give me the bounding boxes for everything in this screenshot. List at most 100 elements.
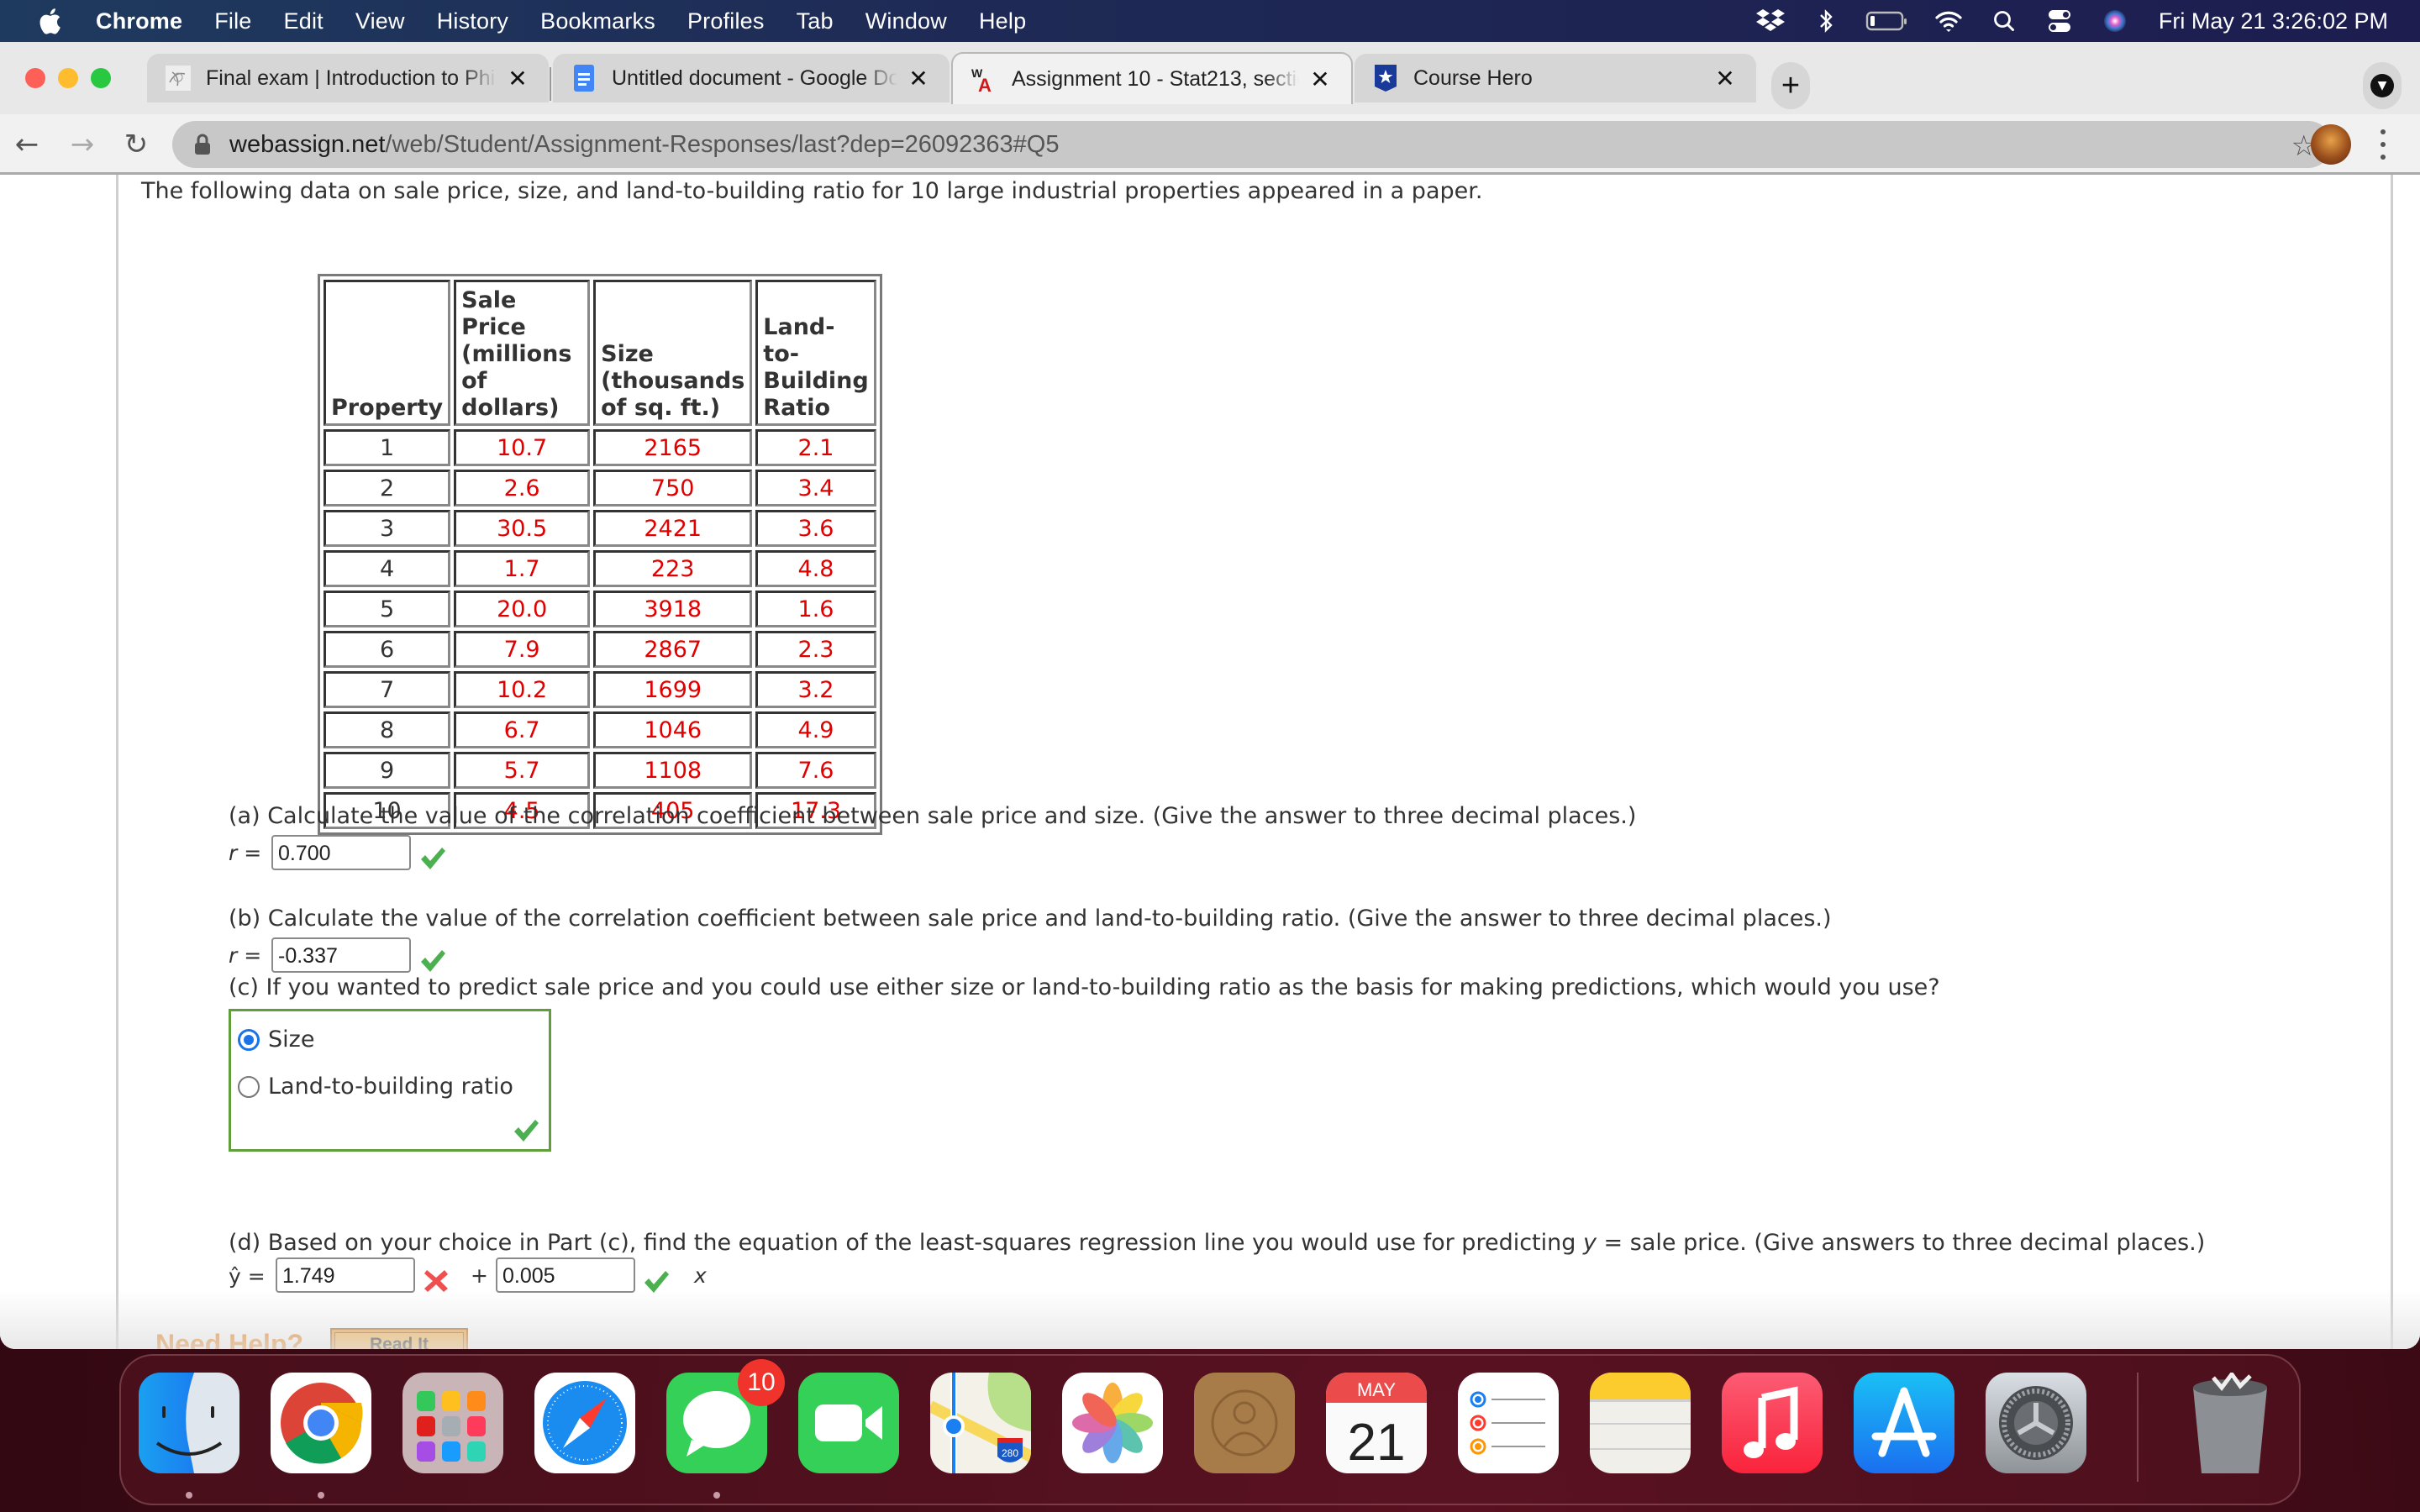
new-tab-button[interactable]: + [1771, 62, 1810, 109]
property-cell: 5 [324, 591, 451, 627]
correct-check-icon [421, 950, 445, 972]
part-a-answer-field[interactable]: 0.700 [271, 835, 411, 870]
tab-close-icon[interactable]: ✕ [1714, 65, 1736, 92]
launchpad-icon [417, 1391, 486, 1462]
part-d-label: ŷ = [229, 1264, 266, 1289]
part-c-choice-box: Size Land-to-building ratio [229, 1009, 551, 1152]
menu-edit[interactable]: Edit [284, 8, 324, 34]
sale-price-cell: 1.7 [454, 550, 591, 587]
ratio-cell: 7.6 [755, 752, 876, 789]
zoom-window-button[interactable] [91, 68, 111, 88]
menu-clock[interactable]: Fri May 21 3:26:02 PM [2159, 8, 2388, 34]
menu-help[interactable]: Help [979, 8, 1026, 34]
maps-icon: 280 [930, 1373, 1031, 1473]
lock-icon[interactable] [194, 134, 211, 155]
menu-window[interactable]: Window [865, 8, 947, 34]
url-host: webassign.net [229, 130, 386, 158]
status-area: Fri May 21 3:26:02 PM [1732, 0, 2388, 42]
bluetooth-icon[interactable] [1809, 8, 1843, 34]
menu-profiles[interactable]: Profiles [687, 8, 765, 34]
dock-safari[interactable] [534, 1373, 635, 1473]
menu-bookmarks[interactable]: Bookmarks [540, 8, 655, 34]
back-button[interactable]: ← [8, 126, 45, 163]
close-window-button[interactable] [25, 68, 45, 88]
question-intro: The following data on sale price, size, … [141, 178, 1483, 204]
facetime-icon [815, 1404, 882, 1441]
tab-close-icon[interactable]: ✕ [908, 65, 929, 92]
dock-notes[interactable] [1590, 1373, 1691, 1473]
table-row: 7 10.2 1699 3.2 [324, 671, 876, 708]
address-bar[interactable]: webassign.net/web/Student/Assignment-Res… [172, 121, 2332, 168]
ratio-cell: 2.3 [755, 631, 876, 668]
read-it-button[interactable]: Read It [330, 1328, 468, 1349]
dock-trash[interactable] [2180, 1373, 2281, 1473]
intercept-answer-field[interactable]: 1.749 [276, 1257, 415, 1293]
dock-maps[interactable]: 280 [930, 1373, 1031, 1473]
menu-tab[interactable]: Tab [797, 8, 834, 34]
table-row: 6 7.9 2867 2.3 [324, 631, 876, 668]
battery-icon[interactable] [1865, 8, 1910, 34]
sale-price-cell: 5.7 [454, 752, 591, 789]
part-a-label: r = [229, 841, 262, 865]
menu-file[interactable]: File [214, 8, 251, 34]
spotlight-icon[interactable] [1987, 8, 2021, 34]
forward-button[interactable]: → [64, 126, 101, 163]
tab-final-exam[interactable]: Final exam | Introduction to Phil ✕ [147, 54, 549, 102]
running-indicator [186, 1492, 192, 1499]
photos-icon [1072, 1383, 1153, 1463]
profile-avatar[interactable] [2311, 124, 2351, 165]
chrome-menu-icon[interactable] [2375, 126, 2391, 163]
tab-close-icon[interactable]: ✕ [507, 65, 529, 92]
dock-reminders[interactable] [1458, 1373, 1559, 1473]
menu-app-chrome[interactable]: Chrome [96, 8, 182, 34]
part-d-prompt: (d) Based on your choice in Part (c), fi… [229, 1230, 2206, 1256]
slope-answer-field[interactable]: 0.005 [496, 1257, 635, 1293]
menu-history[interactable]: History [437, 8, 508, 34]
menu-view[interactable]: View [355, 8, 405, 34]
browser-window: Final exam | Introduction to Phil ✕ Unti… [0, 42, 2420, 1349]
minimize-window-button[interactable] [58, 68, 78, 88]
wifi-icon[interactable] [1932, 8, 1965, 34]
tab-webassign-active[interactable]: WA Assignment 10 - Stat213, section ✕ [951, 52, 1353, 104]
dock-music[interactable] [1722, 1373, 1823, 1473]
part-b-answer-field[interactable]: -0.337 [271, 937, 411, 973]
tab-strip: Final exam | Introduction to Phil ✕ Unti… [0, 42, 2420, 114]
table-row: 2 2.6 750 3.4 [324, 470, 876, 507]
table-row: 5 20.0 3918 1.6 [324, 591, 876, 627]
dock-launchpad[interactable] [402, 1373, 503, 1473]
tab-google-docs[interactable]: Untitled document - Google Docs ✕ [553, 54, 950, 102]
apple-menu-icon[interactable] [37, 7, 62, 35]
size-cell: 2165 [593, 429, 753, 466]
dock-photos[interactable] [1062, 1373, 1163, 1473]
sale-price-cell: 2.6 [454, 470, 591, 507]
dock-facetime[interactable] [798, 1373, 899, 1473]
finder-icon [155, 1373, 223, 1473]
dropbox-icon[interactable] [1754, 8, 1787, 34]
tab-course-hero[interactable]: Course Hero ✕ [1355, 54, 1756, 102]
contacts-icon [1211, 1389, 1278, 1457]
radio-size[interactable] [238, 1029, 260, 1051]
radio-land-to-building-ratio[interactable] [238, 1076, 260, 1098]
property-cell: 1 [324, 429, 451, 466]
control-center-icon[interactable] [2043, 8, 2076, 34]
dock-system-preferences[interactable] [1986, 1373, 2086, 1473]
gear-icon [1999, 1386, 2073, 1460]
tab-close-icon[interactable]: ✕ [1309, 66, 1331, 93]
dock-app-store[interactable] [1854, 1373, 1954, 1473]
part-b-label: r = [229, 943, 262, 968]
tab-search-button[interactable]: ▼ [2363, 62, 2402, 109]
siri-icon[interactable] [2098, 8, 2132, 34]
dock-contacts[interactable] [1194, 1373, 1295, 1473]
plus-icon: + [1781, 67, 1801, 103]
dock-calendar[interactable]: MAY 21 [1326, 1373, 1427, 1473]
webassign-page: The following data on sale price, size, … [0, 175, 2420, 1349]
dock-chrome[interactable] [271, 1373, 371, 1473]
menu-bar: Chrome File Edit View History Bookmarks … [0, 0, 2420, 42]
sale-price-cell: 30.5 [454, 510, 591, 547]
tab-title: Assignment 10 - Stat213, section [1012, 66, 1299, 91]
option-size-label[interactable]: Size [268, 1026, 314, 1053]
reload-button[interactable]: ↻ [118, 126, 155, 163]
option-land-to-building-ratio-label[interactable]: Land-to-building ratio [268, 1074, 513, 1100]
dock-finder[interactable] [139, 1373, 239, 1473]
correct-check-icon [514, 1120, 539, 1142]
